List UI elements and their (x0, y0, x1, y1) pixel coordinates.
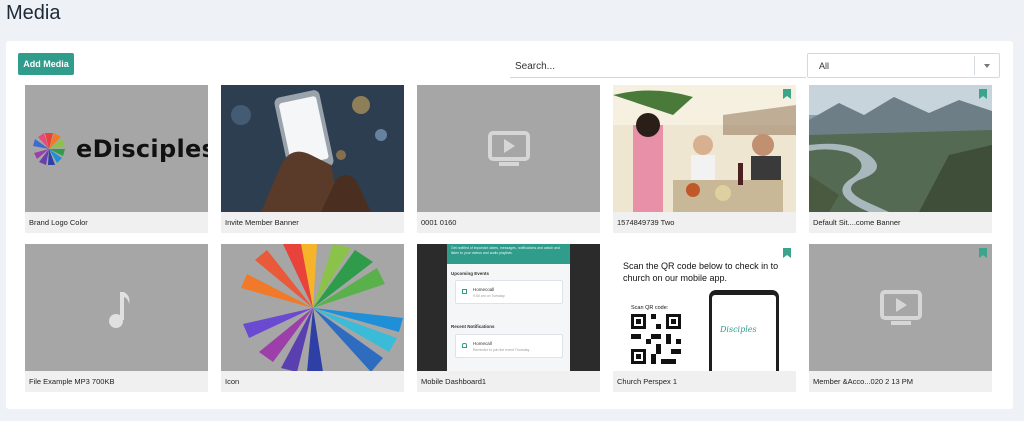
media-label: Mobile Dashboard1 (421, 377, 487, 386)
media-card[interactable]: File Example MP3 700KB (25, 244, 208, 392)
event-title: Homecoall (473, 287, 495, 292)
media-thumbnail (809, 85, 992, 212)
music-note-icon (109, 292, 130, 328)
upcoming-events-heading: Upcoming Events (451, 271, 490, 276)
media-card[interactable]: eDisciples Brand Logo Color (25, 85, 208, 233)
media-label: Invite Member Banner (225, 218, 299, 227)
media-thumbnail (221, 244, 404, 371)
qr-label: Scan QR code: (631, 305, 669, 311)
add-media-button[interactable]: Add Media (18, 53, 74, 75)
media-label: Default Sit....come Banner (813, 218, 901, 227)
burst-logo-image (241, 244, 403, 371)
filter-select[interactable]: All (807, 53, 1000, 78)
media-label: 0001 0160 (421, 218, 457, 227)
media-label: Church Perspex 1 (617, 377, 678, 386)
bell-icon (462, 343, 467, 348)
app-screen: Get notified of important dates, message… (447, 244, 570, 371)
notifications-heading: Recent Notifications (451, 324, 495, 329)
media-card[interactable]: Scan the QR code below to check in to ch… (613, 244, 796, 392)
video-icon (488, 131, 530, 166)
notification-title: Homecall (473, 341, 492, 346)
media-label: 1574849739 Two (617, 218, 675, 227)
phone-signature: Disciples (720, 325, 757, 334)
media-panel: Add Media All (6, 41, 1013, 409)
phone-screen: Disciples (712, 295, 776, 371)
notification-card: Homecall Reminder to join the event Thur… (455, 334, 563, 358)
media-card[interactable]: Invite Member Banner (221, 85, 404, 233)
poster-headline: Scan the QR code below to check in to ch… (623, 261, 779, 283)
search-input[interactable] (510, 56, 806, 78)
media-label: Brand Logo Color (29, 218, 88, 227)
page-title: Media (6, 2, 61, 24)
notification-subtitle: Reminder to join the event Thursday (473, 348, 530, 352)
media-thumbnail: eDisciples (25, 85, 208, 212)
media-card[interactable]: Icon (221, 244, 404, 392)
phone-photo-image (221, 85, 404, 212)
media-card[interactable]: 0001 0160 (417, 85, 600, 233)
media-thumbnail (613, 85, 796, 212)
media-card[interactable]: Get notified of important dates, message… (417, 244, 600, 392)
phone-mockup: Disciples (709, 290, 779, 371)
logo-text: eDisciples (76, 135, 208, 163)
chevron-down-icon[interactable] (984, 64, 990, 68)
landscape-photo-image (809, 85, 992, 212)
media-label: Icon (225, 377, 240, 386)
media-label: File Example MP3 700KB (29, 377, 115, 386)
event-subtitle: 9:00 am on Tuesday (473, 294, 505, 298)
media-card[interactable]: 1574849739 Two (613, 85, 796, 233)
media-thumbnail (809, 244, 992, 371)
media-thumbnail (417, 85, 600, 212)
video-icon (880, 290, 922, 325)
event-card: Homecoall 9:00 am on Tuesday (455, 280, 563, 304)
media-thumbnail: Get notified of important dates, message… (417, 244, 600, 371)
dinner-photo-image (613, 85, 796, 212)
media-thumbnail (25, 244, 208, 371)
filter-divider (974, 56, 975, 75)
calendar-icon (462, 289, 467, 294)
app-intro-text: Get notified of important dates, message… (451, 246, 560, 255)
media-thumbnail: Scan the QR code below to check in to ch… (613, 244, 796, 371)
media-card[interactable]: Default Sit....come Banner (809, 85, 992, 233)
media-label: Member &Acco...020 2 13 PM (813, 377, 914, 386)
filter-value: All (819, 61, 830, 71)
qr-code-icon (631, 314, 681, 364)
media-thumbnail (221, 85, 404, 212)
media-card[interactable]: Member &Acco...020 2 13 PM (809, 244, 992, 392)
bookmark-icon[interactable] (783, 248, 791, 258)
